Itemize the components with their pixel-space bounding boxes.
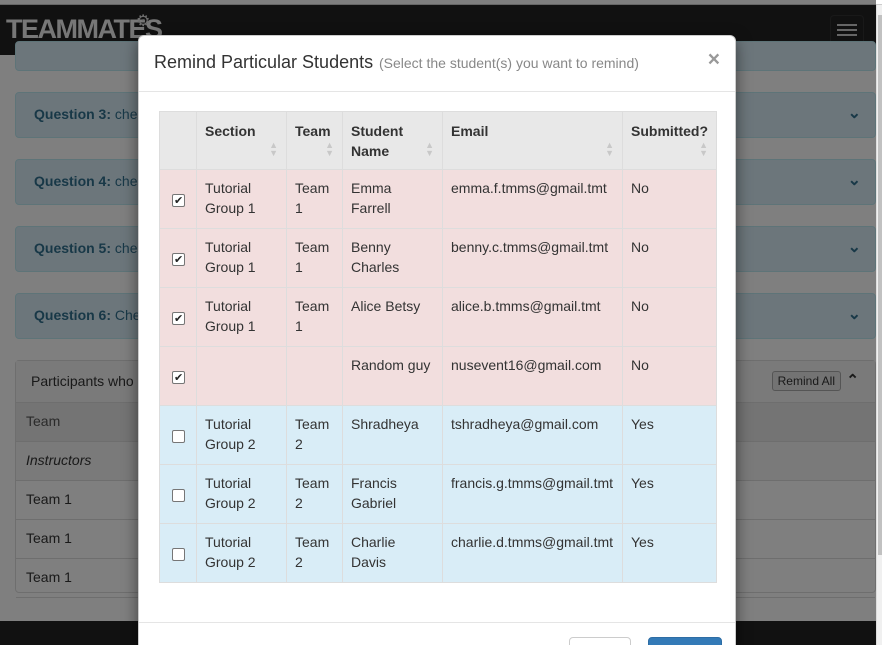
cell-team: Team 1 xyxy=(286,228,343,288)
table-row: Tutorial Group 1Team 1Alice Betsyalice.b… xyxy=(159,287,717,347)
cell-team: Team 2 xyxy=(286,464,343,524)
student-checkbox[interactable] xyxy=(172,429,185,443)
cell-student-name: Emma Farrell xyxy=(342,169,443,229)
cell-student-name: Charlie Davis xyxy=(342,523,443,583)
table-row: Tutorial Group 1Team 1Emma Farrellemma.f… xyxy=(159,169,717,229)
modal-footer xyxy=(139,624,735,645)
student-checkbox[interactable] xyxy=(172,547,185,561)
table-row: Tutorial Group 2 Team 2 Charlie Davis charl… xyxy=(159,523,717,583)
column-header-team[interactable]: Team ▲ ▼ xyxy=(286,111,343,170)
cell-student-name: Shradheya xyxy=(342,405,443,465)
students-table: Section ▲ ▼ Team ▲ ▼ Student Name ▲ ▼ Email ▲ ▼ … xyxy=(159,111,717,583)
column-header-email[interactable]: Email ▲ ▼ xyxy=(442,111,623,170)
remind-button[interactable] xyxy=(648,637,722,645)
cell-team: Team 2 xyxy=(286,405,343,465)
page-scrollbar[interactable] xyxy=(876,5,882,645)
cell-email: benny.c.tmms@gmail.tmt xyxy=(442,228,623,288)
student-checkbox[interactable] xyxy=(172,309,185,329)
cell-student-name: Random guy xyxy=(342,346,443,406)
modal-header: Remind Particular Students (Select the s… xyxy=(139,36,735,92)
cell-submitted: No xyxy=(622,228,717,288)
cell-submitted: No xyxy=(622,169,717,229)
modal-title: Remind Particular Students xyxy=(154,52,374,72)
cell-team: Team 1 xyxy=(286,169,343,229)
row-select-cell xyxy=(159,228,197,288)
cell-section: Tutorial Group 2 xyxy=(196,405,287,465)
cell-section: Tutorial Group 1 xyxy=(196,287,287,347)
sort-icon: ▲ ▼ xyxy=(269,140,278,158)
close-icon[interactable]: × xyxy=(708,49,720,70)
cell-email: emma.f.tmms@gmail.tmt xyxy=(442,169,623,229)
table-row: Tutorial Group 1Team 1Benny Charlesbenny… xyxy=(159,228,717,288)
scrollbar-thumb[interactable] xyxy=(878,15,882,555)
table-row: Tutorial Group 2 Team 2 Shradheya tshradhey… xyxy=(159,405,717,465)
cancel-button[interactable] xyxy=(569,637,631,645)
modal-subtitle: (Select the student(s) you want to remin… xyxy=(379,55,639,71)
student-checkbox[interactable] xyxy=(172,250,185,270)
row-select-cell xyxy=(159,169,197,229)
cell-email: nusevent16@gmail.com xyxy=(442,346,623,406)
cell-email: charlie.d.tmms@gmail.tmt xyxy=(442,523,623,583)
column-header-student-name[interactable]: Student Name ▲ ▼ xyxy=(342,111,443,170)
remind-students-modal: Remind Particular Students (Select the s… xyxy=(138,35,736,645)
modal-body: Section ▲ ▼ Team ▲ ▼ Student Name ▲ ▼ Email ▲ ▼ … xyxy=(139,92,735,623)
cell-submitted: No xyxy=(622,346,717,406)
cell-team: Team 1 xyxy=(286,287,343,347)
cell-submitted: Yes xyxy=(622,464,717,524)
row-select-cell xyxy=(159,523,197,583)
cell-team: Team 2 xyxy=(286,523,343,583)
cell-section: Tutorial Group 1 xyxy=(196,228,287,288)
row-select-cell xyxy=(159,287,197,347)
cell-section xyxy=(196,346,287,406)
sort-icon: ▲ ▼ xyxy=(425,140,434,158)
cell-email: alice.b.tmms@gmail.tmt xyxy=(442,287,623,347)
cell-submitted: Yes xyxy=(622,405,717,465)
sort-icon: ▲ ▼ xyxy=(325,140,334,158)
sort-icon: ▲ ▼ xyxy=(699,140,708,158)
row-select-cell xyxy=(159,464,197,524)
cell-section: Tutorial Group 2 xyxy=(196,523,287,583)
select-column-header xyxy=(159,111,197,170)
student-checkbox[interactable] xyxy=(172,191,185,211)
sort-icon: ▲ ▼ xyxy=(605,140,614,158)
row-select-cell xyxy=(159,346,197,406)
table-header-row: Section ▲ ▼ Team ▲ ▼ Student Name ▲ ▼ Email ▲ ▼ … xyxy=(159,111,717,170)
row-select-cell xyxy=(159,405,197,465)
column-header-section[interactable]: Section ▲ ▼ xyxy=(196,111,287,170)
cell-submitted: No xyxy=(622,287,717,347)
student-checkbox[interactable] xyxy=(172,488,185,502)
table-row: Random guynusevent16@gmail.comNo xyxy=(159,346,717,406)
cell-section: Tutorial Group 1 xyxy=(196,169,287,229)
cell-student-name: Alice Betsy xyxy=(342,287,443,347)
table-row: Tutorial Group 2 Team 2 Francis Gabriel fra… xyxy=(159,464,717,524)
cell-email: francis.g.tmms@gmail.tmt xyxy=(442,464,623,524)
student-checkbox[interactable] xyxy=(172,368,185,388)
cell-submitted: Yes xyxy=(622,523,717,583)
cell-email: tshradheya@gmail.com xyxy=(442,405,623,465)
column-header-submitted[interactable]: Submitted? ▲ ▼ xyxy=(622,111,717,170)
cell-student-name: Francis Gabriel xyxy=(342,464,443,524)
cell-team xyxy=(286,346,343,406)
cell-student-name: Benny Charles xyxy=(342,228,443,288)
cell-section: Tutorial Group 2 xyxy=(196,464,287,524)
